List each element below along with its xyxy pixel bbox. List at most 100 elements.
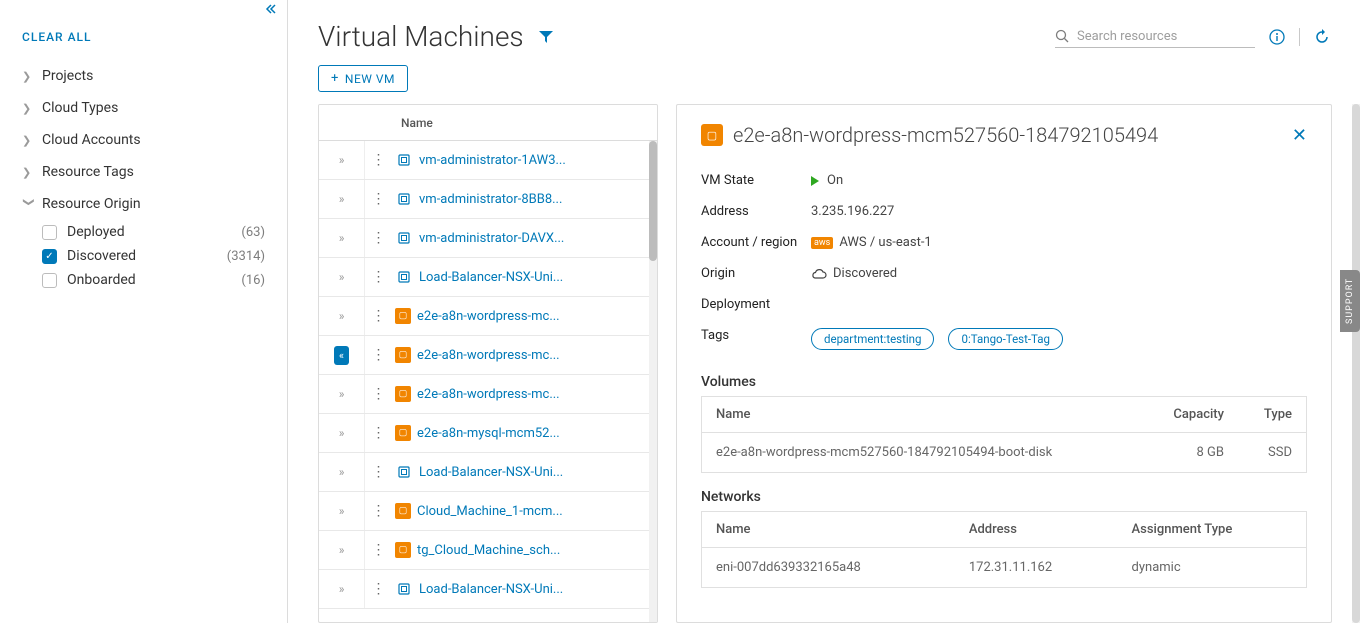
vol-type-header[interactable]: Type [1238, 397, 1307, 433]
expand-row-button[interactable]: » [319, 453, 365, 491]
support-tab[interactable]: SUPPORT [1340, 270, 1360, 332]
vm-row[interactable]: »⋮▢ tg_Cloud_Machine_sch... [319, 531, 657, 570]
filter-icon[interactable] [538, 29, 554, 45]
search-input[interactable] [1075, 28, 1255, 45]
reload-icon[interactable] [1314, 29, 1330, 45]
vol-name-header[interactable]: Name [702, 397, 1143, 433]
vm-row[interactable]: »⋮ Load-Balancer-NSX-Uni... [319, 258, 657, 297]
vm-name-link[interactable]: Load-Balancer-NSX-Uni... [419, 465, 563, 480]
row-menu-button[interactable]: ⋮ [365, 308, 391, 324]
vm-name-link[interactable]: e2e-a8n-wordpress-mc... [417, 309, 560, 324]
vm-row[interactable]: »⋮ vm-administrator-DAVX... [319, 219, 657, 258]
filter-cloud-types[interactable]: ❯ Cloud Types [22, 92, 265, 124]
row-menu-button[interactable]: ⋮ [365, 230, 391, 246]
row-menu-button[interactable]: ⋮ [365, 542, 391, 558]
expand-row-button[interactable]: » [319, 219, 365, 257]
collapse-row-button[interactable]: « [319, 336, 365, 374]
collapse-sidebar-button[interactable] [0, 0, 287, 18]
vm-row[interactable]: «⋮▢ e2e-a8n-wordpress-mc... [319, 336, 657, 375]
vm-name-link[interactable]: vm-administrator-DAVX... [419, 231, 564, 246]
network-row[interactable]: eni-007dd639332165a48 172.31.11.162 dyna… [702, 548, 1307, 588]
vm-name-link[interactable]: Cloud_Machine_1-mcm... [417, 504, 563, 519]
expand-row-button[interactable]: » [319, 258, 365, 296]
search-input-wrap[interactable] [1055, 26, 1255, 48]
account-region-label: Account / region [701, 235, 811, 250]
filter-resource-origin[interactable]: ❯ Resource Origin [22, 188, 265, 220]
expand-row-button[interactable]: » [319, 414, 365, 452]
vm-row[interactable]: »⋮▢e2e-a8n-wordpress-mc... [319, 375, 657, 414]
info-icon[interactable] [1269, 29, 1285, 45]
tag-pill[interactable]: 0:Tango-Test-Tag [948, 328, 1063, 350]
filter-label: Resource Tags [42, 164, 134, 180]
net-assign-header[interactable]: Assignment Type [1118, 512, 1307, 548]
vm-name-link[interactable]: e2e-a8n-wordpress-mc... [417, 387, 560, 402]
filter-resource-tags[interactable]: ❯ Resource Tags [22, 156, 265, 188]
option-label: Deployed [67, 224, 241, 240]
origin-option-onboarded[interactable]: Onboarded (16) [22, 268, 265, 292]
row-menu-button[interactable]: ⋮ [365, 347, 391, 363]
chevron-right-icon: ❯ [22, 166, 36, 179]
tag-pill[interactable]: department:testing [811, 328, 934, 350]
name-column-header[interactable]: Name [391, 116, 433, 130]
net-address-header[interactable]: Address [955, 512, 1118, 548]
content-split: Name »⋮vm-administrator-1AW3...»⋮vm-admi… [288, 104, 1360, 623]
vm-row[interactable]: »⋮ vm-administrator-8BB8... [319, 180, 657, 219]
vm-row[interactable]: »⋮ vm-administrator-1AW3... [319, 141, 657, 180]
scrollbar[interactable] [649, 141, 657, 622]
vm-name-link[interactable]: Load-Balancer-NSX-Uni... [419, 270, 563, 285]
expand-row-button[interactable]: » [319, 531, 365, 569]
vol-capacity-header[interactable]: Capacity [1143, 397, 1238, 433]
chevron-right-icon: ❯ [22, 70, 36, 83]
vm-row[interactable]: »⋮ Load-Balancer-NSX-Uni... [319, 453, 657, 492]
row-menu-button[interactable]: ⋮ [365, 503, 391, 519]
expand-row-button[interactable]: » [319, 375, 365, 413]
sidebar: CLEAR ALL ❯ Projects ❯ Cloud Types ❯ Clo… [0, 0, 288, 623]
vm-name-link[interactable]: Load-Balancer-NSX-Uni... [419, 582, 563, 597]
checkbox-icon [42, 225, 57, 240]
vm-name-link[interactable]: tg_Cloud_Machine_sch... [417, 543, 560, 558]
row-menu-button[interactable]: ⋮ [365, 191, 391, 207]
vm-name-link[interactable]: vm-administrator-1AW3... [419, 153, 566, 168]
row-menu-button[interactable]: ⋮ [365, 386, 391, 402]
vm-rows: »⋮vm-administrator-1AW3...»⋮vm-administr… [319, 141, 657, 622]
vsphere-vm-icon [395, 151, 413, 169]
tags-label: Tags [701, 328, 811, 350]
volume-row[interactable]: e2e-a8n-wordpress-mcm527560-184792105494… [702, 433, 1307, 473]
origin-option-deployed[interactable]: Deployed (63) [22, 220, 265, 244]
vm-row[interactable]: »⋮▢e2e-a8n-mysql-mcm52... [319, 414, 657, 453]
row-menu-button[interactable]: ⋮ [365, 152, 391, 168]
row-menu-button[interactable]: ⋮ [365, 425, 391, 441]
row-menu-button[interactable]: ⋮ [365, 581, 391, 597]
row-menu-button[interactable]: ⋮ [365, 269, 391, 285]
new-vm-button[interactable]: + NEW VM [318, 65, 408, 92]
expand-row-button[interactable]: » [319, 180, 365, 218]
checkbox-icon: ✓ [42, 249, 57, 264]
clear-all-button[interactable]: CLEAR ALL [0, 18, 287, 60]
vm-list: Name »⋮vm-administrator-1AW3...»⋮vm-admi… [318, 104, 658, 623]
filter-label: Cloud Types [42, 100, 118, 116]
chevron-right-icon: ❯ [22, 102, 36, 115]
row-menu-button[interactable]: ⋮ [365, 464, 391, 480]
cloud-vm-icon: ▢ [395, 542, 411, 558]
net-name-header[interactable]: Name [702, 512, 955, 548]
origin-option-discovered[interactable]: ✓ Discovered (3314) [22, 244, 265, 268]
vm-row[interactable]: »⋮ Load-Balancer-NSX-Uni... [319, 570, 657, 609]
expand-row-button[interactable]: » [319, 141, 365, 179]
close-icon[interactable]: ✕ [1292, 125, 1307, 146]
expand-row-button[interactable]: » [319, 492, 365, 530]
vm-row[interactable]: »⋮▢Cloud_Machine_1-mcm... [319, 492, 657, 531]
filter-label: Projects [42, 68, 93, 84]
vol-name: e2e-a8n-wordpress-mcm527560-184792105494… [702, 433, 1143, 473]
filter-label: Cloud Accounts [42, 132, 141, 148]
vm-name-link[interactable]: e2e-a8n-mysql-mcm52... [417, 426, 560, 441]
scrollbar[interactable] [1352, 104, 1360, 623]
vm-name-link[interactable]: e2e-a8n-wordpress-mc... [417, 348, 560, 363]
cloud-vm-icon: ▢ [395, 347, 411, 363]
filter-cloud-accounts[interactable]: ❯ Cloud Accounts [22, 124, 265, 156]
vm-name-link[interactable]: vm-administrator-8BB8... [419, 192, 562, 207]
expand-row-button[interactable]: » [319, 297, 365, 335]
vm-row[interactable]: »⋮▢e2e-a8n-wordpress-mc... [319, 297, 657, 336]
deployment-label: Deployment [701, 297, 811, 312]
filter-projects[interactable]: ❯ Projects [22, 60, 265, 92]
expand-row-button[interactable]: » [319, 570, 365, 608]
